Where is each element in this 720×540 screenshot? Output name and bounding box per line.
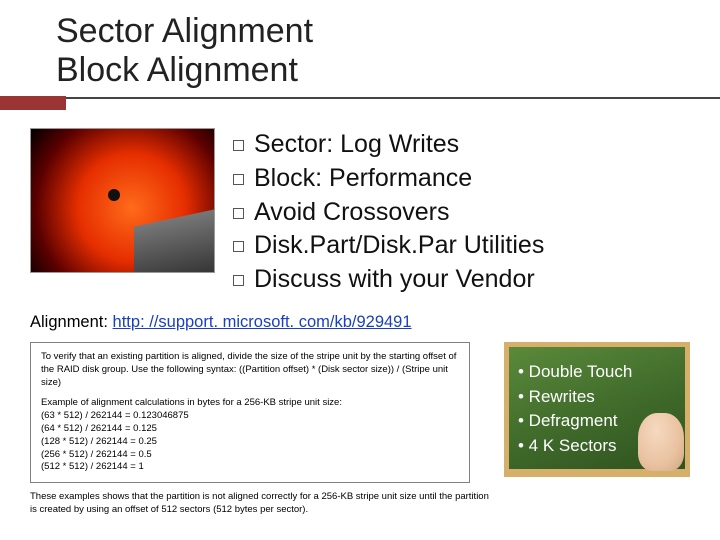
- chalk-item: • Double Touch: [518, 360, 632, 385]
- callout-calc: (512 * 512) / 262144 = 1: [41, 461, 144, 472]
- bullet-item: Sector: Log Writes: [233, 128, 544, 162]
- alignment-link-line: Alignment: http: //support. microsoft. c…: [30, 313, 690, 332]
- callout-calc: (256 * 512) / 262144 = 0.5: [41, 449, 152, 460]
- chalk-item: • Defragment: [518, 409, 632, 434]
- title-line-1: Sector Alignment: [56, 12, 313, 50]
- callout-box: To verify that an existing partition is …: [30, 342, 470, 483]
- hard-drive-image: [30, 128, 215, 273]
- footer-note: These examples shows that the partition …: [30, 491, 490, 517]
- chalk-item: • Rewrites: [518, 385, 632, 410]
- chalkboard-image: • Double Touch • Rewrites • Defragment •…: [504, 342, 690, 477]
- lower-row: To verify that an existing partition is …: [30, 342, 690, 517]
- content-row: Sector: Log Writes Block: Performance Av…: [30, 128, 690, 297]
- alignment-label: Alignment:: [30, 313, 113, 331]
- callout-intro: Example of alignment calculations in byt…: [41, 397, 342, 408]
- chalk-item: • 4 K Sectors: [518, 434, 632, 459]
- title-line-2: Block Alignment: [56, 51, 298, 89]
- main-bullet-list: Sector: Log Writes Block: Performance Av…: [233, 128, 544, 297]
- title-rule: [0, 96, 720, 110]
- slide: Sector Alignment Block Alignment Sector:…: [0, 0, 720, 517]
- hand-icon: [638, 413, 684, 471]
- callout-paragraph: To verify that an existing partition is …: [41, 351, 459, 389]
- left-column: To verify that an existing partition is …: [30, 342, 490, 517]
- bullet-item: Avoid Crossovers: [233, 196, 544, 230]
- bullet-item: Disk.Part/Disk.Par Utilities: [233, 229, 544, 263]
- accent-block: [0, 96, 66, 110]
- bullet-item: Discuss with your Vendor: [233, 263, 544, 297]
- callout-calc: (63 * 512) / 262144 = 0.123046875: [41, 410, 189, 421]
- callout-calc: (64 * 512) / 262144 = 0.125: [41, 423, 157, 434]
- slide-title: Sector Alignment Block Alignment: [56, 12, 690, 90]
- alignment-link[interactable]: http: //support. microsoft. com/kb/92949…: [113, 313, 412, 331]
- bullet-item: Block: Performance: [233, 162, 544, 196]
- chalk-list: • Double Touch • Rewrites • Defragment •…: [518, 360, 632, 459]
- callout-example: Example of alignment calculations in byt…: [41, 397, 459, 474]
- callout-calc: (128 * 512) / 262144 = 0.25: [41, 436, 157, 447]
- accent-line: [66, 97, 720, 110]
